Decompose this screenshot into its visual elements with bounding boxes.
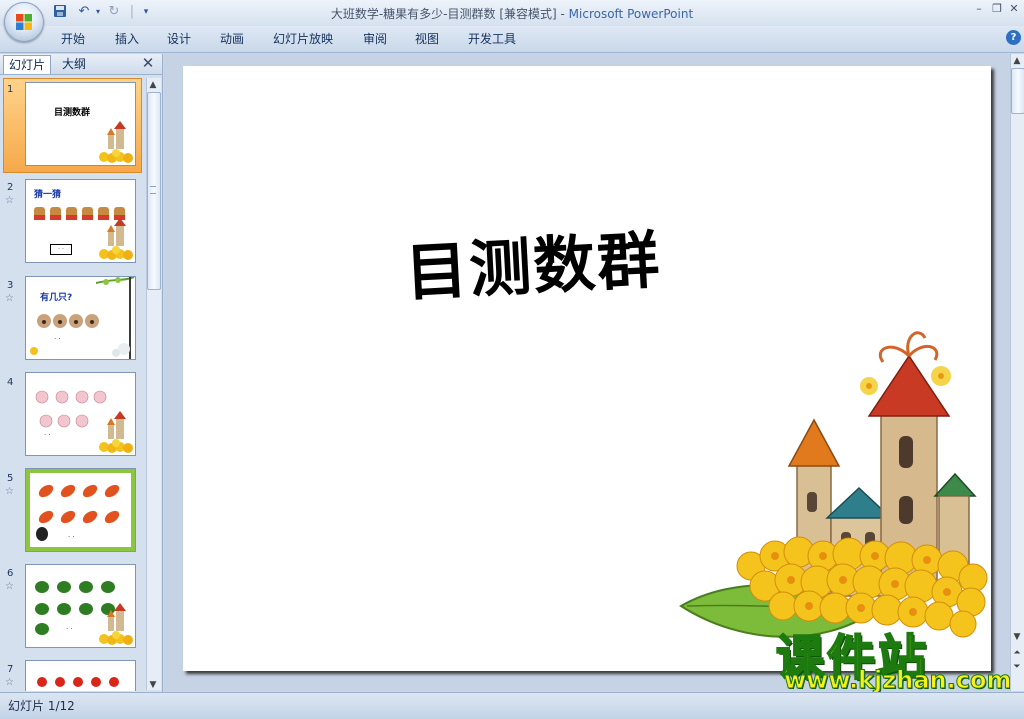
watermark-url: www.kjzhan.com [783, 666, 1012, 695]
minimize-icon[interactable]: – [972, 2, 986, 16]
customize-toolbar-icon[interactable]: ▾ [138, 4, 154, 20]
tab-slide-show[interactable]: 幻灯片放映 [273, 30, 333, 47]
slide-thumbnail-3[interactable]: 有几只? · · [25, 276, 136, 360]
slide-thumbnail-5[interactable]: · · [25, 468, 136, 552]
tab-animations[interactable]: 动画 [220, 30, 244, 47]
animation-star-icon: ☆ [5, 195, 14, 206]
slide-number: 4 [7, 377, 14, 388]
previous-slide-icon[interactable]: ⏶ [1010, 648, 1024, 658]
slide-number: 2 [7, 182, 14, 193]
castle-icon [99, 121, 133, 163]
flower-icon [30, 347, 38, 355]
tab-view[interactable]: 视图 [415, 30, 439, 47]
tab-developer[interactable]: 开发工具 [468, 30, 516, 47]
slide-thumbnail-4[interactable]: · · [25, 372, 136, 456]
scroll-up-icon[interactable]: ▲ [1010, 56, 1024, 66]
status-bar [0, 692, 1024, 719]
tab-review[interactable]: 审阅 [363, 30, 387, 47]
castle-icon [99, 603, 133, 645]
save-icon[interactable] [52, 4, 68, 20]
thumb-title: 目测数群 [54, 108, 91, 118]
child-figure-icon [36, 527, 48, 541]
slide-number: 1 [7, 84, 14, 95]
help-icon[interactable]: ? [1006, 30, 1021, 45]
castle-icon [99, 218, 133, 260]
thumb-title: 有几只? [40, 293, 73, 303]
document-title: 大班数学-糖果有多少-目测群数 [兼容模式] - [330, 7, 569, 21]
slide-number: 7 [7, 664, 14, 675]
grip-icon [150, 186, 156, 194]
dots-text: · · [66, 625, 73, 633]
dots-text: · · [54, 335, 61, 343]
slide-thumbnail-7[interactable] [25, 660, 136, 691]
slide-thumbnail-2[interactable]: 猜一猜 · · [25, 179, 136, 263]
pane-scroll-up-icon[interactable]: ▲ [146, 80, 160, 90]
restore-icon[interactable]: ❐ [990, 2, 1004, 16]
vertical-scrollbar[interactable] [1010, 54, 1024, 691]
thumb-title: 猜一猜 [34, 190, 62, 200]
vertical-scroll-thumb[interactable] [1011, 68, 1024, 114]
slide-number: 6 [7, 568, 14, 579]
tab-home[interactable]: 开始 [61, 30, 85, 47]
office-logo-icon [16, 14, 32, 30]
slide-counter: 幻灯片 1/12 [8, 699, 75, 713]
slide-number: 5 [7, 473, 14, 484]
tab-insert[interactable]: 插入 [115, 30, 139, 47]
slide-thumbnail-6[interactable]: · · [25, 564, 136, 648]
slide-title[interactable]: 目测数群 [183, 198, 885, 325]
pane-scroll-down-icon[interactable]: ▼ [146, 680, 160, 690]
next-slide-icon[interactable]: ⏷ [1010, 662, 1024, 672]
animation-star-icon: ☆ [5, 677, 14, 688]
office-button[interactable] [4, 2, 44, 42]
dog-row-icon [37, 314, 99, 328]
tab-slides[interactable]: 幻灯片 [3, 55, 51, 74]
apple-row-icon [37, 677, 119, 687]
tab-design[interactable]: 设计 [167, 30, 191, 47]
undo-dropdown-icon[interactable]: ▾ [90, 4, 106, 20]
carrot-row-icon [38, 484, 120, 524]
scroll-down-icon[interactable]: ▼ [1010, 632, 1024, 642]
animation-star-icon: ☆ [5, 486, 14, 497]
slide-number: 3 [7, 280, 14, 291]
animation-star-icon: ☆ [5, 293, 14, 304]
pane-close-icon[interactable]: ✕ [140, 54, 156, 72]
app-name: Microsoft PowerPoint [568, 7, 694, 21]
slide-thumbnail-1[interactable]: 目测数群 [25, 82, 136, 166]
slide-canvas[interactable]: 目测数群 [183, 66, 991, 671]
animation-star-icon: ☆ [5, 581, 14, 592]
answer-box: · · [50, 244, 72, 255]
close-icon[interactable]: ✕ [1007, 2, 1021, 16]
dots-text: · · [44, 431, 51, 439]
tab-outline[interactable]: 大纲 [52, 56, 96, 73]
redo-icon[interactable]: ↻ [106, 4, 122, 20]
castle-icon [99, 411, 133, 453]
dots-text: · · [68, 533, 75, 541]
